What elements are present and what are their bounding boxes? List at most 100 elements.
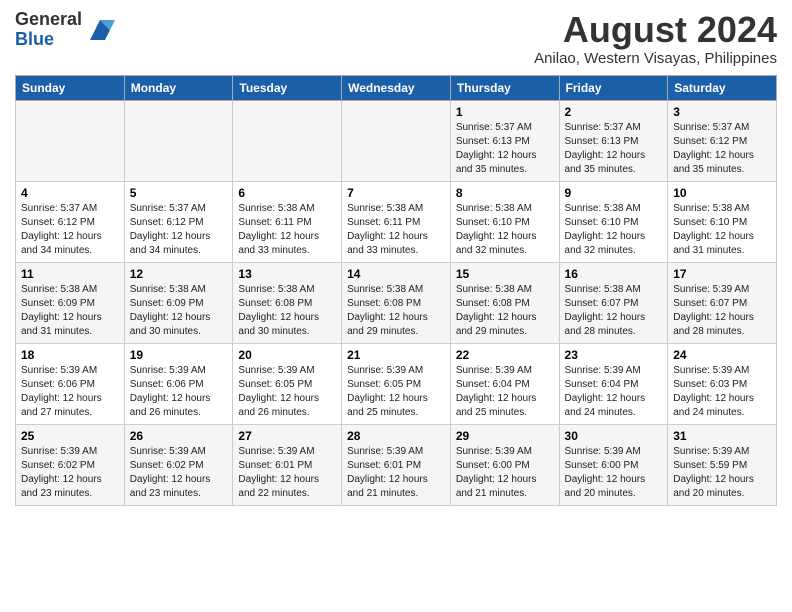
calendar-cell: 10 Sunrise: 5:38 AM Sunset: 6:10 PM Dayli… — [668, 181, 777, 262]
day-number: 7 — [347, 186, 445, 200]
day-info: Sunrise: 5:39 AM Sunset: 6:03 PM Dayligh… — [673, 364, 771, 420]
day-info: Sunrise: 5:37 AM Sunset: 6:13 PM Dayligh… — [565, 121, 663, 177]
calendar-cell: 6Sunrise: 5:38 AM Sunset: 6:11 PM Daylig… — [233, 181, 342, 262]
calendar-week-3: 11Sunrise: 5:38 AM Sunset: 6:09 PM Dayli… — [16, 262, 777, 343]
calendar-cell: 15 Sunrise: 5:38 AM Sunset: 6:08 PM Dayli… — [450, 262, 559, 343]
header: General Blue August 2024 Anilao, Western… — [15, 10, 777, 67]
day-info: Sunrise: 5:38 AM Sunset: 6:08 PM Dayligh… — [238, 283, 336, 339]
calendar-cell: 22Sunrise: 5:39 AM Sunset: 6:04 PM Dayli… — [450, 343, 559, 424]
day-info: Sunrise: 5:38 AM Sunset: 6:10 PM Dayligh… — [673, 202, 771, 258]
logo-blue: Blue — [15, 30, 82, 50]
day-number: 21 — [347, 348, 445, 362]
calendar-cell — [124, 100, 233, 181]
day-number: 15 — [456, 267, 554, 281]
col-header-thursday: Thursday — [450, 75, 559, 100]
col-header-sunday: Sunday — [16, 75, 125, 100]
day-number: 1 — [456, 105, 554, 119]
day-number: 18 — [21, 348, 119, 362]
day-number: 2 — [565, 105, 663, 119]
calendar-cell: 2 Sunrise: 5:37 AM Sunset: 6:13 PM Daylig… — [559, 100, 668, 181]
calendar-cell: 8 Sunrise: 5:38 AM Sunset: 6:10 PM Daylig… — [450, 181, 559, 262]
day-number: 10 — [673, 186, 771, 200]
calendar-cell: 25 Sunrise: 5:39 AM Sunset: 6:02 PM Dayli… — [16, 424, 125, 505]
day-number: 27 — [238, 429, 336, 443]
day-number: 13 — [238, 267, 336, 281]
calendar-cell: 24 Sunrise: 5:39 AM Sunset: 6:03 PM Dayli… — [668, 343, 777, 424]
day-info: Sunrise: 5:37 AM Sunset: 6:13 PM Dayligh… — [456, 121, 554, 177]
day-info: Sunrise: 5:39 AM Sunset: 6:01 PM Dayligh… — [238, 445, 336, 501]
calendar-week-2: 4 Sunrise: 5:37 AM Sunset: 6:12 PM Daylig… — [16, 181, 777, 262]
calendar-header-row: SundayMondayTuesdayWednesdayThursdayFrid… — [16, 75, 777, 100]
day-info: Sunrise: 5:37 AM Sunset: 6:12 PM Dayligh… — [673, 121, 771, 177]
day-info: Sunrise: 5:38 AM Sunset: 6:10 PM Dayligh… — [456, 202, 554, 258]
day-info: Sunrise: 5:39 AM Sunset: 6:02 PM Dayligh… — [130, 445, 228, 501]
day-number: 6 — [238, 186, 336, 200]
calendar-week-5: 25 Sunrise: 5:39 AM Sunset: 6:02 PM Dayli… — [16, 424, 777, 505]
day-number: 23 — [565, 348, 663, 362]
calendar-cell: 3 Sunrise: 5:37 AM Sunset: 6:12 PM Daylig… — [668, 100, 777, 181]
day-info: Sunrise: 5:38 AM Sunset: 6:07 PM Dayligh… — [565, 283, 663, 339]
calendar-week-4: 18 Sunrise: 5:39 AM Sunset: 6:06 PM Dayli… — [16, 343, 777, 424]
day-number: 8 — [456, 186, 554, 200]
col-header-tuesday: Tuesday — [233, 75, 342, 100]
day-number: 3 — [673, 105, 771, 119]
day-number: 24 — [673, 348, 771, 362]
day-info: Sunrise: 5:39 AM Sunset: 6:00 PM Dayligh… — [565, 445, 663, 501]
calendar-cell: 28 Sunrise: 5:39 AM Sunset: 6:01 PM Dayli… — [342, 424, 451, 505]
day-number: 19 — [130, 348, 228, 362]
col-header-saturday: Saturday — [668, 75, 777, 100]
day-number: 26 — [130, 429, 228, 443]
day-info: Sunrise: 5:39 AM Sunset: 5:59 PM Dayligh… — [673, 445, 771, 501]
day-number: 28 — [347, 429, 445, 443]
day-info: Sunrise: 5:37 AM Sunset: 6:12 PM Dayligh… — [21, 202, 119, 258]
calendar-cell: 21 Sunrise: 5:39 AM Sunset: 6:05 PM Dayli… — [342, 343, 451, 424]
month-title: August 2024 — [534, 10, 777, 50]
calendar-cell: 23 Sunrise: 5:39 AM Sunset: 6:04 PM Dayli… — [559, 343, 668, 424]
calendar-cell: 19 Sunrise: 5:39 AM Sunset: 6:06 PM Dayli… — [124, 343, 233, 424]
day-number: 17 — [673, 267, 771, 281]
day-info: Sunrise: 5:39 AM Sunset: 6:04 PM Dayligh… — [565, 364, 663, 420]
day-info: Sunrise: 5:39 AM Sunset: 6:06 PM Dayligh… — [130, 364, 228, 420]
day-number: 5 — [130, 186, 228, 200]
logo-icon — [85, 15, 115, 45]
day-info: Sunrise: 5:39 AM Sunset: 6:07 PM Dayligh… — [673, 283, 771, 339]
calendar-cell — [16, 100, 125, 181]
day-number: 9 — [565, 186, 663, 200]
calendar-cell: 27 Sunrise: 5:39 AM Sunset: 6:01 PM Dayli… — [233, 424, 342, 505]
day-number: 16 — [565, 267, 663, 281]
day-info: Sunrise: 5:39 AM Sunset: 6:05 PM Dayligh… — [238, 364, 336, 420]
day-info: Sunrise: 5:38 AM Sunset: 6:10 PM Dayligh… — [565, 202, 663, 258]
day-number: 31 — [673, 429, 771, 443]
day-number: 12 — [130, 267, 228, 281]
calendar-cell: 1 Sunrise: 5:37 AM Sunset: 6:13 PM Daylig… — [450, 100, 559, 181]
day-info: Sunrise: 5:39 AM Sunset: 6:02 PM Dayligh… — [21, 445, 119, 501]
day-number: 30 — [565, 429, 663, 443]
day-info: Sunrise: 5:38 AM Sunset: 6:08 PM Dayligh… — [456, 283, 554, 339]
title-area: August 2024 Anilao, Western Visayas, Phi… — [534, 10, 777, 67]
day-info: Sunrise: 5:39 AM Sunset: 6:05 PM Dayligh… — [347, 364, 445, 420]
day-info: Sunrise: 5:37 AM Sunset: 6:12 PM Dayligh… — [130, 202, 228, 258]
day-number: 14 — [347, 267, 445, 281]
day-number: 29 — [456, 429, 554, 443]
day-number: 22 — [456, 348, 554, 362]
calendar-table: SundayMondayTuesdayWednesdayThursdayFrid… — [15, 75, 777, 506]
day-number: 11 — [21, 267, 119, 281]
day-number: 4 — [21, 186, 119, 200]
calendar-cell: 26 Sunrise: 5:39 AM Sunset: 6:02 PM Dayli… — [124, 424, 233, 505]
day-number: 25 — [21, 429, 119, 443]
calendar-week-1: 1 Sunrise: 5:37 AM Sunset: 6:13 PM Daylig… — [16, 100, 777, 181]
calendar-cell — [233, 100, 342, 181]
day-info: Sunrise: 5:39 AM Sunset: 6:00 PM Dayligh… — [456, 445, 554, 501]
calendar-cell: 18Sunrise: 5:39 AM Sunset: 6:06 PM Dayli… — [16, 343, 125, 424]
calendar-cell: 17 Sunrise: 5:39 AM Sunset: 6:07 PM Dayli… — [668, 262, 777, 343]
location-subtitle: Anilao, Western Visayas, Philippines — [534, 50, 777, 67]
calendar-cell: 9 Sunrise: 5:38 AM Sunset: 6:10 PM Daylig… — [559, 181, 668, 262]
calendar-cell — [342, 100, 451, 181]
logo-general: General — [15, 10, 82, 30]
calendar-cell: 5 Sunrise: 5:37 AM Sunset: 6:12 PM Daylig… — [124, 181, 233, 262]
calendar-cell: 14Sunrise: 5:38 AM Sunset: 6:08 PM Dayli… — [342, 262, 451, 343]
calendar-cell: 30 Sunrise: 5:39 AM Sunset: 6:00 PM Dayli… — [559, 424, 668, 505]
day-number: 20 — [238, 348, 336, 362]
day-info: Sunrise: 5:39 AM Sunset: 6:01 PM Dayligh… — [347, 445, 445, 501]
calendar-cell: 29 Sunrise: 5:39 AM Sunset: 6:00 PM Dayli… — [450, 424, 559, 505]
